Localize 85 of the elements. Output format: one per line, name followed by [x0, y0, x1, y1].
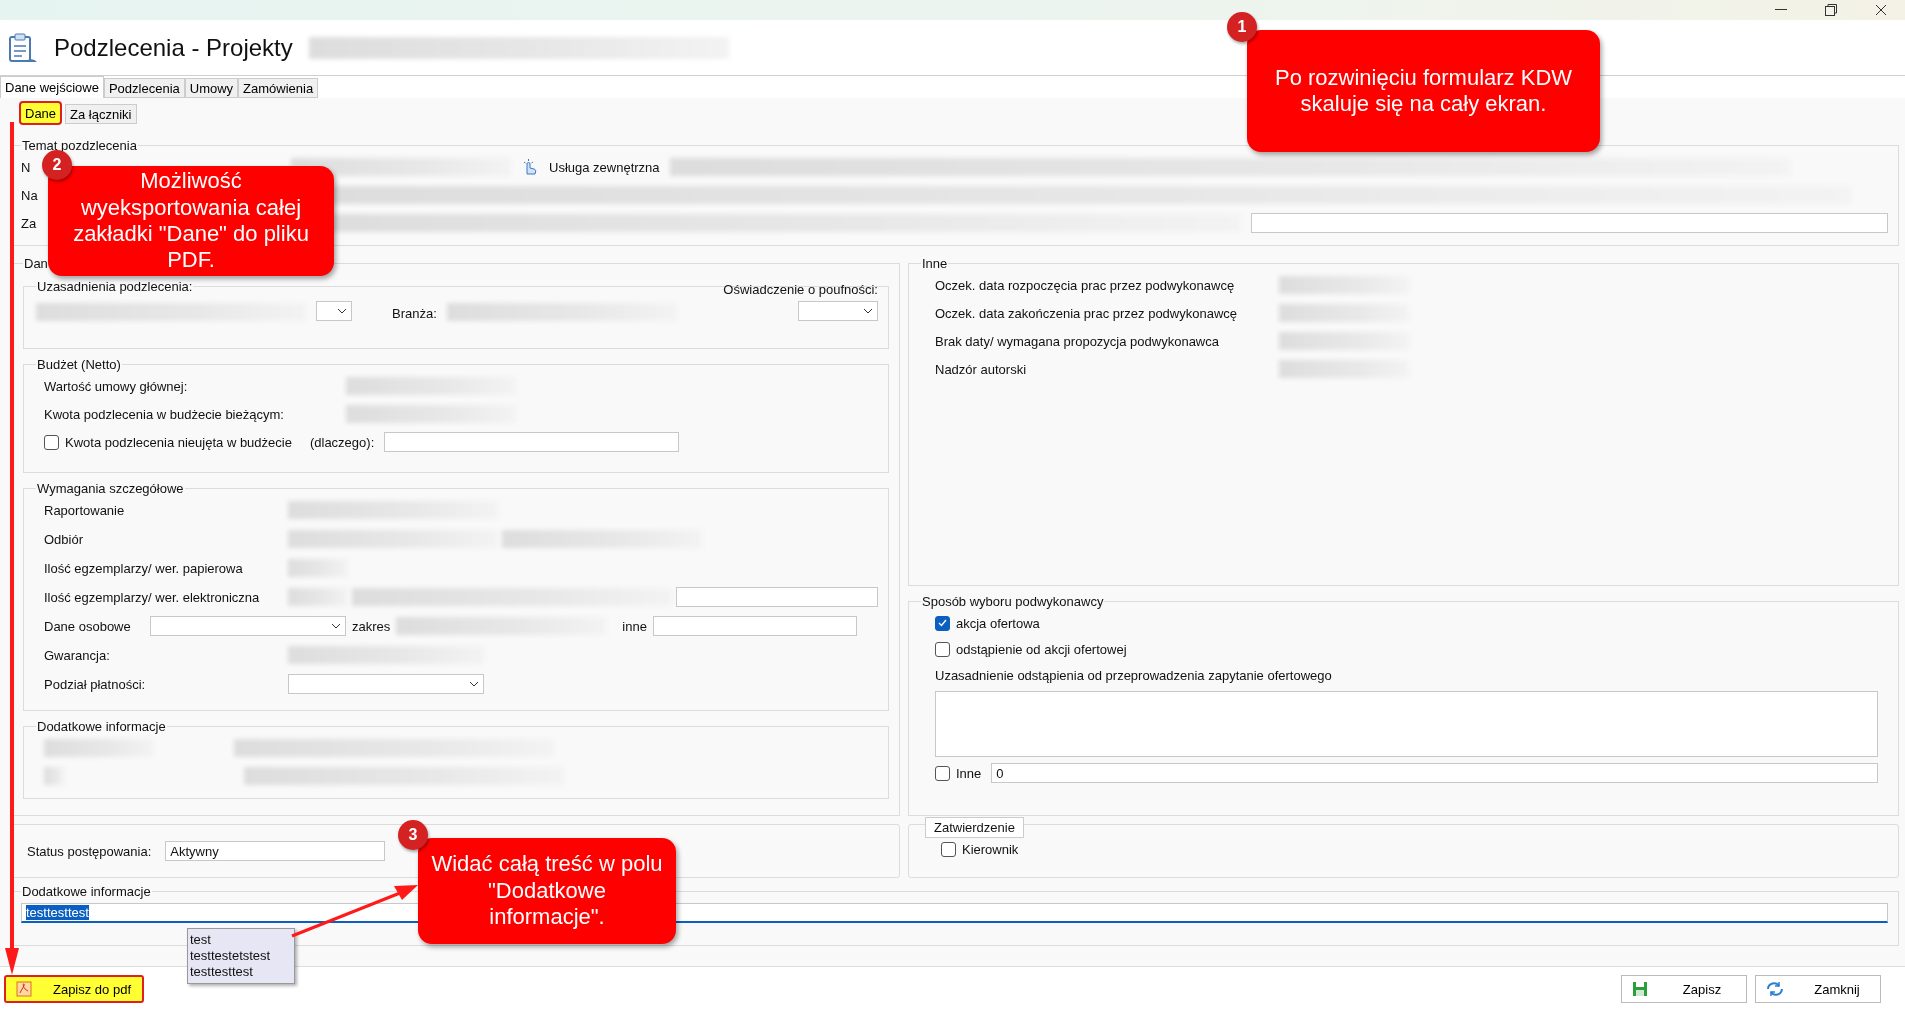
group-title: Inne — [921, 256, 949, 271]
clipboard-icon — [6, 31, 38, 64]
callout: Po rozwinięciu formularz KDW skaluje się na cały ekran. — [1247, 30, 1600, 152]
restore-icon[interactable] — [1825, 4, 1837, 16]
field-label: Ilość egzemplarzy/ wer. elektroniczna — [44, 589, 261, 605]
field-label: Branża: — [392, 306, 437, 321]
field-label: Na — [21, 187, 38, 203]
tab[interactable]: Za łączniki — [65, 104, 137, 124]
tab[interactable]: Dane wejściowe — [0, 76, 104, 98]
save-button[interactable]: Zapisz — [1621, 975, 1747, 1003]
checkbox[interactable] — [935, 615, 950, 631]
field-label: Wartość umowy głównej: — [44, 378, 189, 394]
minimize-icon[interactable] — [1775, 9, 1787, 11]
group-title: Temat pozdzlecenia — [21, 138, 138, 153]
field-label: Za — [21, 215, 37, 231]
field-label: Ilość egzemplarzy/ wer. papierowa — [44, 560, 244, 576]
close-button[interactable]: Zamknij — [1755, 975, 1881, 1003]
field-label: inne — [622, 618, 647, 634]
window-title: Podzlecenia - Projekty — [54, 33, 293, 62]
blurred-field — [288, 559, 348, 577]
group-title: Dan — [23, 256, 49, 271]
checkbox[interactable] — [44, 434, 59, 450]
export-pdf-button[interactable]: Zapisz do pdf — [4, 975, 144, 1003]
chevron-down-icon — [337, 308, 347, 314]
chevron-down-icon — [331, 623, 341, 629]
text-area[interactable] — [935, 691, 1878, 757]
refresh-arrows-icon — [1766, 981, 1784, 997]
suggestion-item[interactable]: testtesttest — [190, 964, 292, 980]
field-label: Oświadczenie o poufności: — [723, 282, 878, 297]
field-label: Oczek. data zakończenia prac przez podwykonawcę — [935, 305, 1239, 321]
field-label: Raportowanie — [44, 502, 126, 518]
chevron-down-icon — [863, 308, 873, 314]
group-title: Zatwierdzenie — [925, 817, 1024, 838]
field-label: Odbiór — [44, 531, 85, 547]
checkbox-label: Kwota podzlecenia nieujęta w budżecie — [65, 434, 292, 450]
pdf-icon — [16, 981, 32, 997]
group-title: Wymagania szczegółowe — [36, 481, 185, 496]
checkbox-label: Inne — [956, 765, 982, 781]
tab[interactable]: Dane — [20, 102, 62, 124]
tab[interactable]: Zamówienia — [238, 78, 319, 98]
field-label: Gwarancja: — [44, 647, 111, 663]
tab[interactable]: Umowy — [184, 78, 239, 98]
field-label: Status postępowania: — [27, 843, 152, 859]
text-field[interactable] — [1251, 213, 1888, 233]
checkbox-label: akcja ofertowa — [956, 615, 1040, 631]
checkbox-label: Kierownik — [962, 842, 1019, 857]
checkbox[interactable] — [941, 842, 956, 857]
close-icon[interactable] — [1875, 4, 1887, 16]
field-label: N — [21, 159, 31, 175]
suggestion-item[interactable]: testtestetstest — [190, 948, 292, 964]
field-label: Nadzór autorski — [935, 361, 1028, 377]
suggestion-item[interactable]: test — [190, 932, 292, 948]
dropdown[interactable] — [316, 301, 352, 321]
hand-pointer-icon[interactable] — [521, 158, 539, 176]
field-label: Uzasadnienie odstąpienia od przeprowadzenia zapytanie ofertowego — [935, 667, 1332, 683]
callout: Widać całą treść w polu "Dodatkowe informacje". — [418, 838, 676, 944]
group-title: Dodatkowe informacje — [21, 884, 152, 899]
field-label: Kwota podzlecenia w budżecie bieżącym: — [44, 406, 285, 422]
checkbox[interactable] — [935, 765, 950, 781]
field-label: Oczek. data rozpoczęcia prac przez podwykonawcę — [935, 277, 1236, 293]
field-label: zakres — [352, 618, 391, 634]
blurred-field — [288, 588, 348, 606]
text-field[interactable] — [652, 616, 857, 636]
text-field[interactable] — [384, 432, 680, 452]
field-label: Usługa zewnętrzna — [549, 159, 660, 175]
checkbox[interactable] — [935, 641, 950, 657]
group-title: Sposób wyboru podwykonawcy — [921, 594, 1105, 609]
field-label: (dlaczego): — [309, 434, 375, 450]
dropdown[interactable] — [150, 616, 346, 636]
text-field[interactable]: Aktywny — [165, 841, 386, 861]
field-label: Dane osobowe — [44, 618, 132, 634]
check-icon — [938, 619, 947, 627]
step-number-badge: 3 — [398, 820, 428, 850]
field-label: Brak daty/ wymagana propozycja podwykonawca — [935, 333, 1220, 349]
text-field[interactable]: 0 — [991, 763, 1878, 783]
dropdown[interactable] — [798, 301, 878, 321]
chevron-down-icon — [469, 681, 479, 687]
checkbox-label: odstąpienie od akcji ofertowej — [956, 641, 1127, 657]
field-label: Podział płatności: — [44, 676, 147, 692]
dropdown[interactable] — [288, 674, 484, 694]
group-title: Budżet (Netto) — [36, 357, 122, 372]
group-title: Dodatkowe informacje — [36, 719, 167, 734]
text-field[interactable] — [676, 587, 878, 607]
tab[interactable]: Podzlecenia — [103, 78, 185, 98]
group-title: Uzasadnienia podzlecenia: — [36, 279, 194, 294]
